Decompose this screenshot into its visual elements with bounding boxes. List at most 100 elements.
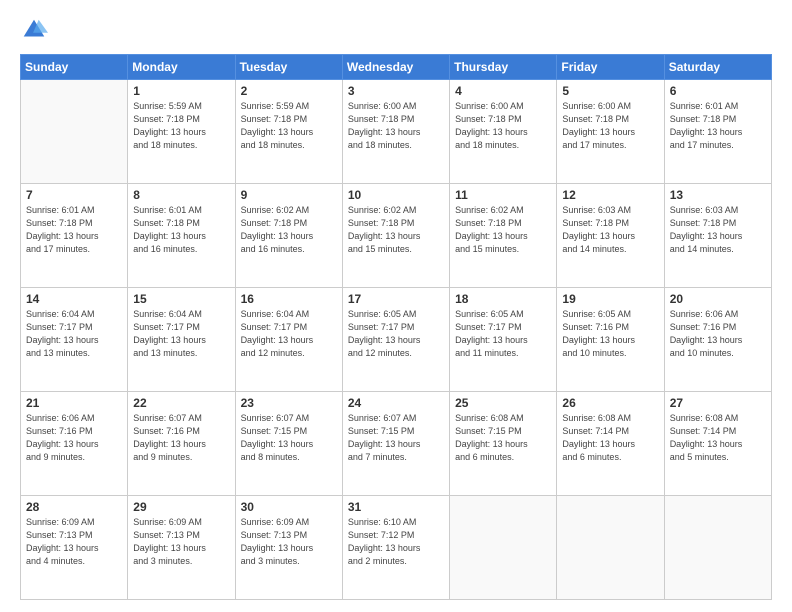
day-number: 20: [670, 292, 766, 306]
calendar-weekday-monday: Monday: [128, 55, 235, 80]
calendar-cell: 28 Sunrise: 6:09 AM Sunset: 7:13 PM Dayli…: [21, 496, 128, 600]
day-number: 29: [133, 500, 229, 514]
calendar-cell: [450, 496, 557, 600]
day-info: Sunrise: 6:08 AM Sunset: 7:14 PM Dayligh…: [562, 412, 658, 464]
calendar-cell: 18 Sunrise: 6:05 AM Sunset: 7:17 PM Dayli…: [450, 288, 557, 392]
calendar-cell: 7 Sunrise: 6:01 AM Sunset: 7:18 PM Daylig…: [21, 184, 128, 288]
day-info: Sunrise: 5:59 AM Sunset: 7:18 PM Dayligh…: [241, 100, 337, 152]
day-number: 10: [348, 188, 444, 202]
day-info: Sunrise: 6:04 AM Sunset: 7:17 PM Dayligh…: [26, 308, 122, 360]
calendar-cell: 21 Sunrise: 6:06 AM Sunset: 7:16 PM Dayli…: [21, 392, 128, 496]
calendar-cell: 26 Sunrise: 6:08 AM Sunset: 7:14 PM Dayli…: [557, 392, 664, 496]
day-info: Sunrise: 6:08 AM Sunset: 7:15 PM Dayligh…: [455, 412, 551, 464]
day-number: 9: [241, 188, 337, 202]
day-number: 17: [348, 292, 444, 306]
day-number: 27: [670, 396, 766, 410]
calendar-cell: 27 Sunrise: 6:08 AM Sunset: 7:14 PM Dayli…: [664, 392, 771, 496]
calendar-weekday-saturday: Saturday: [664, 55, 771, 80]
calendar-cell: 22Sunrise: 6:07 AM Sunset: 7:16 PM Dayli…: [128, 392, 235, 496]
logo: [20, 16, 52, 44]
day-info: Sunrise: 6:02 AM Sunset: 7:18 PM Dayligh…: [241, 204, 337, 256]
day-info: Sunrise: 6:01 AM Sunset: 7:18 PM Dayligh…: [670, 100, 766, 152]
day-info: Sunrise: 6:04 AM Sunset: 7:17 PM Dayligh…: [241, 308, 337, 360]
calendar-cell: 30 Sunrise: 6:09 AM Sunset: 7:13 PM Dayli…: [235, 496, 342, 600]
day-number: 5: [562, 84, 658, 98]
calendar-header-row: SundayMondayTuesdayWednesdayThursdayFrid…: [21, 55, 772, 80]
calendar-cell: 31Sunrise: 6:10 AM Sunset: 7:12 PM Dayli…: [342, 496, 449, 600]
calendar-cell: 29 Sunrise: 6:09 AM Sunset: 7:13 PM Dayli…: [128, 496, 235, 600]
day-number: 2: [241, 84, 337, 98]
day-number: 4: [455, 84, 551, 98]
page: SundayMondayTuesdayWednesdayThursdayFrid…: [0, 0, 792, 612]
calendar-cell: 16 Sunrise: 6:04 AM Sunset: 7:17 PM Dayli…: [235, 288, 342, 392]
day-info: Sunrise: 6:02 AM Sunset: 7:18 PM Dayligh…: [348, 204, 444, 256]
day-info: Sunrise: 6:01 AM Sunset: 7:18 PM Dayligh…: [26, 204, 122, 256]
day-number: 13: [670, 188, 766, 202]
day-info: Sunrise: 6:03 AM Sunset: 7:18 PM Dayligh…: [562, 204, 658, 256]
calendar-cell: 9 Sunrise: 6:02 AM Sunset: 7:18 PM Daylig…: [235, 184, 342, 288]
day-number: 19: [562, 292, 658, 306]
day-number: 18: [455, 292, 551, 306]
calendar-cell: 17 Sunrise: 6:05 AM Sunset: 7:17 PM Dayli…: [342, 288, 449, 392]
day-number: 25: [455, 396, 551, 410]
day-info: Sunrise: 6:06 AM Sunset: 7:16 PM Dayligh…: [26, 412, 122, 464]
calendar-cell: 10 Sunrise: 6:02 AM Sunset: 7:18 PM Dayli…: [342, 184, 449, 288]
day-info: Sunrise: 6:00 AM Sunset: 7:18 PM Dayligh…: [562, 100, 658, 152]
calendar-week-3: 21 Sunrise: 6:06 AM Sunset: 7:16 PM Dayli…: [21, 392, 772, 496]
calendar-cell: [557, 496, 664, 600]
logo-icon: [20, 16, 48, 44]
calendar-table: SundayMondayTuesdayWednesdayThursdayFrid…: [20, 54, 772, 600]
calendar-cell: 3Sunrise: 6:00 AM Sunset: 7:18 PM Daylig…: [342, 80, 449, 184]
day-number: 7: [26, 188, 122, 202]
calendar-cell: 11 Sunrise: 6:02 AM Sunset: 7:18 PM Dayli…: [450, 184, 557, 288]
day-number: 28: [26, 500, 122, 514]
day-info: Sunrise: 6:05 AM Sunset: 7:17 PM Dayligh…: [455, 308, 551, 360]
calendar-cell: 2 Sunrise: 5:59 AM Sunset: 7:18 PM Daylig…: [235, 80, 342, 184]
day-info: Sunrise: 6:05 AM Sunset: 7:17 PM Dayligh…: [348, 308, 444, 360]
day-number: 30: [241, 500, 337, 514]
day-info: Sunrise: 6:06 AM Sunset: 7:16 PM Dayligh…: [670, 308, 766, 360]
day-number: 16: [241, 292, 337, 306]
calendar-cell: [664, 496, 771, 600]
day-number: 3: [348, 84, 444, 98]
day-info: Sunrise: 6:08 AM Sunset: 7:14 PM Dayligh…: [670, 412, 766, 464]
calendar-cell: 6 Sunrise: 6:01 AM Sunset: 7:18 PM Daylig…: [664, 80, 771, 184]
day-number: 23: [241, 396, 337, 410]
day-info: Sunrise: 6:05 AM Sunset: 7:16 PM Dayligh…: [562, 308, 658, 360]
calendar-cell: [21, 80, 128, 184]
day-number: 15: [133, 292, 229, 306]
day-number: 8: [133, 188, 229, 202]
calendar-week-0: 1 Sunrise: 5:59 AM Sunset: 7:18 PM Daylig…: [21, 80, 772, 184]
calendar-cell: 14 Sunrise: 6:04 AM Sunset: 7:17 PM Dayli…: [21, 288, 128, 392]
day-info: Sunrise: 6:09 AM Sunset: 7:13 PM Dayligh…: [241, 516, 337, 568]
day-info: Sunrise: 6:09 AM Sunset: 7:13 PM Dayligh…: [133, 516, 229, 568]
day-info: Sunrise: 6:00 AM Sunset: 7:18 PM Dayligh…: [455, 100, 551, 152]
day-number: 14: [26, 292, 122, 306]
calendar-cell: 5 Sunrise: 6:00 AM Sunset: 7:18 PM Daylig…: [557, 80, 664, 184]
calendar-weekday-friday: Friday: [557, 55, 664, 80]
day-info: Sunrise: 6:03 AM Sunset: 7:18 PM Dayligh…: [670, 204, 766, 256]
day-number: 21: [26, 396, 122, 410]
day-number: 31: [348, 500, 444, 514]
calendar-cell: 24Sunrise: 6:07 AM Sunset: 7:15 PM Dayli…: [342, 392, 449, 496]
calendar-week-4: 28 Sunrise: 6:09 AM Sunset: 7:13 PM Dayli…: [21, 496, 772, 600]
calendar-body: 1 Sunrise: 5:59 AM Sunset: 7:18 PM Daylig…: [21, 80, 772, 600]
calendar-cell: 1 Sunrise: 5:59 AM Sunset: 7:18 PM Daylig…: [128, 80, 235, 184]
day-number: 24: [348, 396, 444, 410]
day-info: Sunrise: 6:07 AM Sunset: 7:15 PM Dayligh…: [241, 412, 337, 464]
day-number: 6: [670, 84, 766, 98]
calendar-weekday-tuesday: Tuesday: [235, 55, 342, 80]
day-info: Sunrise: 6:04 AM Sunset: 7:17 PM Dayligh…: [133, 308, 229, 360]
day-info: Sunrise: 6:02 AM Sunset: 7:18 PM Dayligh…: [455, 204, 551, 256]
day-number: 11: [455, 188, 551, 202]
calendar-weekday-thursday: Thursday: [450, 55, 557, 80]
calendar-cell: 23 Sunrise: 6:07 AM Sunset: 7:15 PM Dayli…: [235, 392, 342, 496]
day-info: Sunrise: 5:59 AM Sunset: 7:18 PM Dayligh…: [133, 100, 229, 152]
calendar-week-1: 7 Sunrise: 6:01 AM Sunset: 7:18 PM Daylig…: [21, 184, 772, 288]
day-number: 26: [562, 396, 658, 410]
day-info: Sunrise: 6:09 AM Sunset: 7:13 PM Dayligh…: [26, 516, 122, 568]
calendar-cell: 4 Sunrise: 6:00 AM Sunset: 7:18 PM Daylig…: [450, 80, 557, 184]
day-number: 22: [133, 396, 229, 410]
calendar-week-2: 14 Sunrise: 6:04 AM Sunset: 7:17 PM Dayli…: [21, 288, 772, 392]
day-number: 1: [133, 84, 229, 98]
